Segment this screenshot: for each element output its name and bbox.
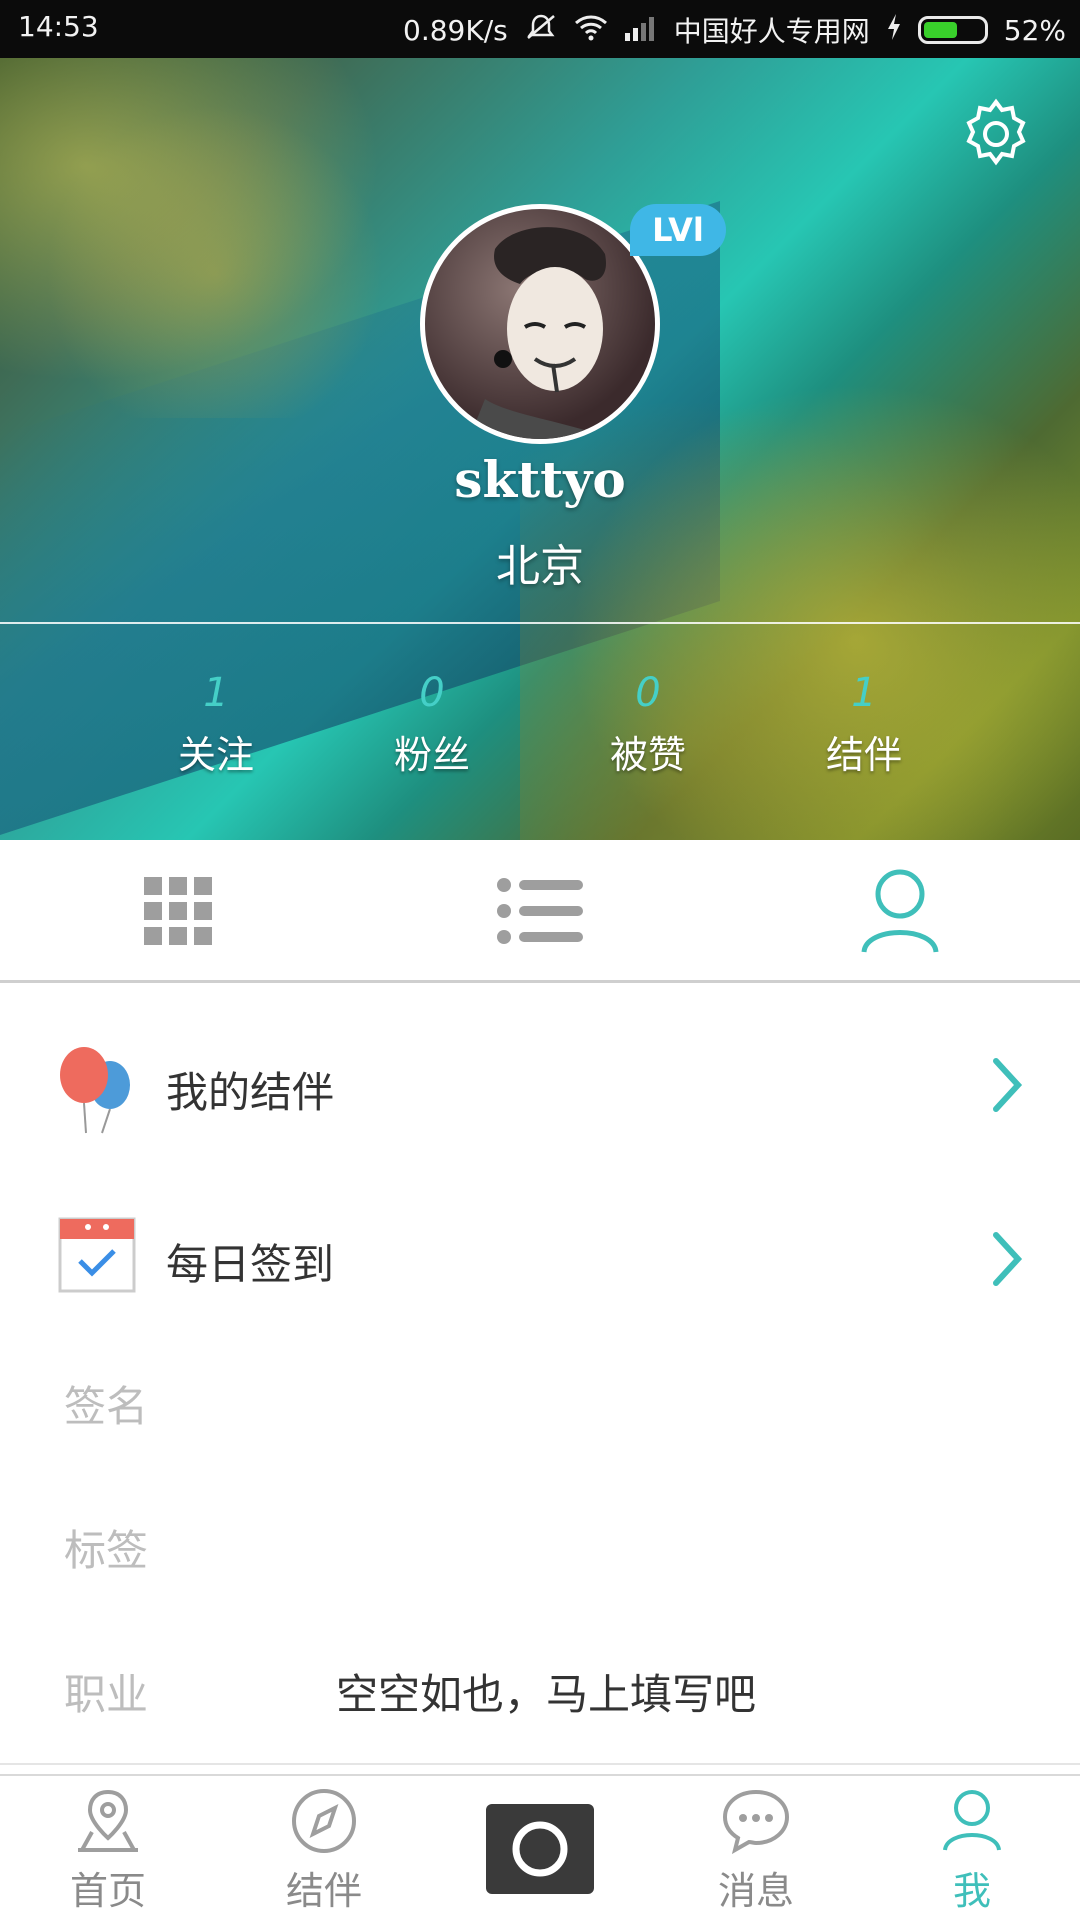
menu-my-companions[interactable]: 我的结伴 (0, 983, 1080, 1189)
list-icon (497, 878, 583, 944)
profile-header: LVl skttyo 北京 1 关注 0 粉丝 0 被赞 1 结伴 (0, 58, 1080, 840)
status-time: 14:53 (18, 10, 99, 43)
nav-label: 我 (952, 1869, 991, 1913)
nav-home[interactable]: 首页 (28, 1788, 188, 1915)
avatar[interactable] (420, 204, 660, 444)
field-tags[interactable]: 标签 (0, 1475, 1080, 1621)
tab-profile[interactable] (850, 866, 950, 956)
menu-label: 我的结伴 (166, 1068, 335, 1117)
compass-icon (292, 1789, 356, 1853)
user-icon (861, 869, 939, 953)
chevron-right-icon (990, 1057, 1024, 1117)
tab-grid[interactable] (128, 866, 228, 956)
field-label: 标签 (64, 1526, 149, 1575)
stat-value: 0 (419, 670, 445, 716)
stat-likes[interactable]: 0 被赞 (568, 670, 728, 779)
wifi-icon (574, 13, 608, 48)
chevron-right-icon (990, 1231, 1024, 1291)
stat-value: 1 (203, 670, 229, 716)
balloon-icon (58, 1045, 136, 1139)
bottom-nav: 首页 结伴 消息 我 (0, 1774, 1080, 1922)
field-signature[interactable]: 签名 (0, 1331, 1080, 1477)
nav-label: 消息 (717, 1869, 794, 1913)
grid-icon (144, 877, 212, 945)
stat-fans[interactable]: 0 粉丝 (352, 670, 512, 779)
location: 北京 (496, 541, 584, 592)
map-pin-icon (78, 1789, 138, 1852)
user-icon (943, 1790, 1001, 1851)
nav-companions[interactable]: 结伴 (244, 1788, 404, 1915)
level-badge: LVl (630, 204, 726, 256)
nav-messages[interactable]: 消息 (676, 1788, 836, 1915)
stat-label: 结伴 (825, 733, 902, 777)
signal-icon (624, 13, 658, 48)
stats-row: 1 关注 0 粉丝 0 被赞 1 结伴 (0, 670, 1080, 790)
username: skttyo (454, 450, 626, 509)
nav-label: 首页 (69, 1869, 146, 1913)
status-right: 0.89K/s 中国好人专用网 52% (403, 10, 1066, 50)
camera-icon (512, 1821, 568, 1877)
carrier-name: 中国好人专用网 (673, 15, 870, 48)
menu-label: 每日签到 (166, 1240, 335, 1289)
mute-icon (524, 12, 558, 49)
stat-label: 粉丝 (393, 733, 470, 777)
profile-tabs (0, 840, 1080, 983)
menu-daily-checkin[interactable]: 每日签到 (0, 1187, 1080, 1333)
stat-following[interactable]: 1 关注 (136, 670, 296, 779)
background-trees (0, 58, 430, 418)
battery-percent: 52% (1003, 13, 1066, 47)
nav-me[interactable]: 我 (892, 1788, 1052, 1915)
charging-icon (886, 13, 902, 48)
stat-label: 关注 (177, 733, 254, 777)
battery-icon (917, 16, 988, 44)
calendar-check-icon (58, 1215, 136, 1297)
field-job[interactable]: 职业 空空如也，马上填写吧 (0, 1619, 1080, 1765)
stat-label: 被赞 (609, 733, 686, 777)
gear-icon (966, 98, 1026, 166)
status-bar: 14:53 0.89K/s 中国好人专用网 52% (0, 0, 1080, 58)
stat-companions[interactable]: 1 结伴 (784, 670, 944, 779)
field-value: 空空如也，马上填写吧 (336, 1670, 757, 1719)
settings-button[interactable] (958, 96, 1034, 172)
chat-bubble-icon (722, 1789, 790, 1855)
stat-value: 0 (635, 670, 661, 716)
camera-button[interactable] (486, 1804, 594, 1894)
nav-label: 结伴 (285, 1869, 362, 1913)
field-label: 签名 (64, 1382, 149, 1431)
field-label: 职业 (64, 1670, 149, 1719)
network-speed: 0.89K/s (403, 13, 508, 47)
stat-value: 1 (851, 670, 877, 716)
tab-list[interactable] (490, 866, 590, 956)
divider (0, 622, 1080, 624)
